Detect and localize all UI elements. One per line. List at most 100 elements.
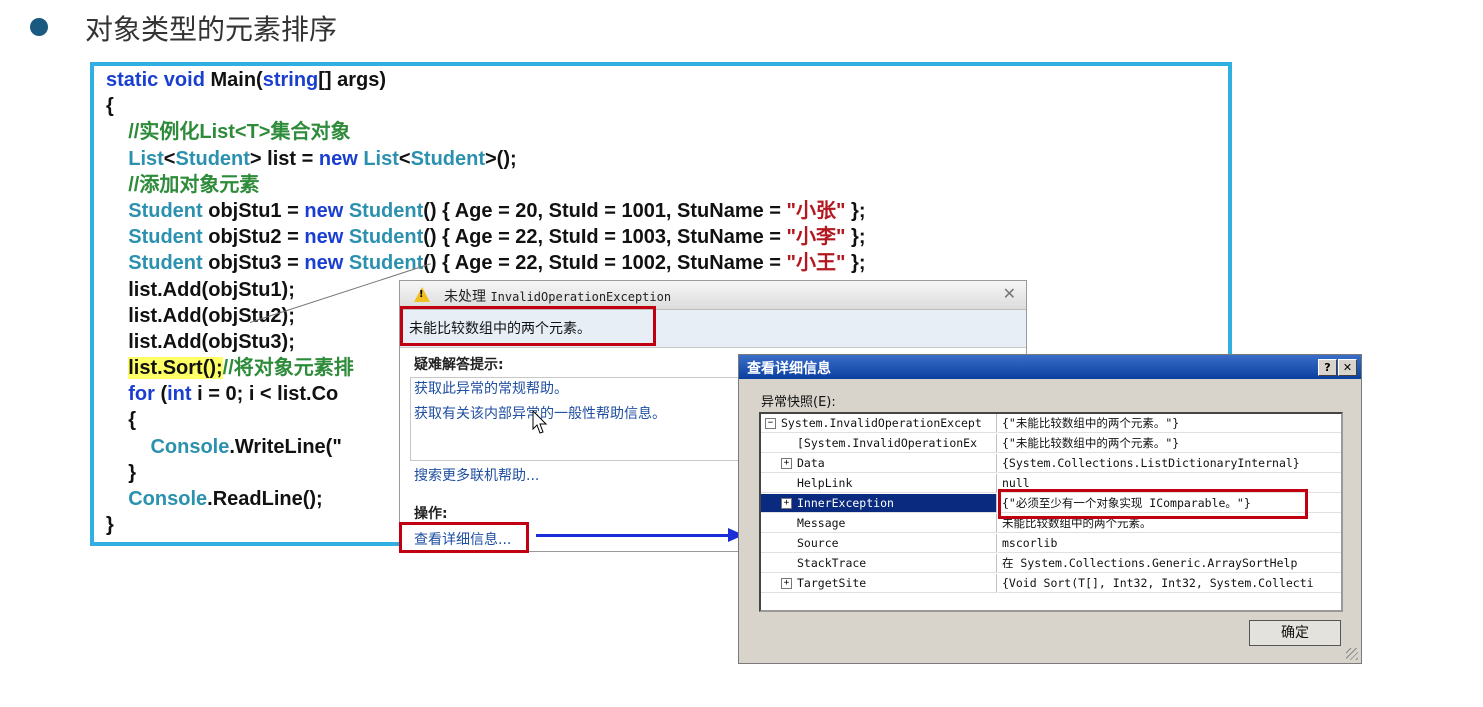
expand-icon[interactable]: + [781,458,792,469]
code-token: list.Add(objStu3); [106,330,295,353]
code-line: Student objStu1 = new Student() { Age = … [106,198,866,224]
grid-row-name: Message [761,514,997,533]
code-token: new [304,226,349,249]
dialog-title: 查看详细信息 [747,361,831,377]
code-token: Student [128,226,203,249]
close-icon[interactable]: ✕ [1003,284,1016,303]
code-token: }; [845,226,866,249]
expand-icon[interactable]: + [781,578,792,589]
tips-heading: 疑难解答提示: [414,357,504,373]
code-line: Student objStu2 = new Student() { Age = … [106,224,866,250]
grid-row[interactable]: TargetSite + {Void Sort(T[], Int32, Int32,… [761,574,1341,594]
grid-row[interactable]: System.InvalidOperationExcept − {"未能比较数组中的… [761,414,1341,434]
code-token: < [398,147,411,170]
snapshot-label: 异常快照(E): [761,395,836,410]
code-line: //添加对象元素 [106,172,866,198]
grid-row-value: mscorlib [998,534,1341,553]
code-token: "小李" [786,226,846,249]
code-token: () { Age = 22, StuId = 1003, StuName = [423,226,787,249]
ok-button[interactable]: 确定 [1249,620,1341,646]
grid-row-name: [System.InvalidOperationEx [761,434,997,453]
code-token: List [128,147,164,170]
search-online-link[interactable]: 搜索更多联机帮助... [414,465,539,485]
code-token: Main( [210,69,263,91]
grid-row-name: Data [761,454,997,473]
grid-row-name: InnerException [761,494,997,513]
popup-title-prefix: 未处理 [444,289,491,305]
mouse-pointer-icon [532,410,548,434]
bullet-icon [30,18,48,36]
grid-row[interactable]: StackTrace 在 System.Collections.Generic.… [761,554,1341,574]
tip-link-general-help[interactable]: 获取此异常的常规帮助。 [414,378,568,398]
grid-row[interactable]: [System.InvalidOperationEx {"未能比较数组中的两个元素… [761,434,1341,454]
arrow-line [536,534,732,537]
code-token: objStu1 = [202,199,305,222]
grid-row-value: {"未能比较数组中的两个元素。"} [998,414,1341,433]
code-token: "小王" [786,252,846,275]
code-token: [] args) [318,69,387,91]
code-token: string [262,69,319,91]
highlight-box-details-link [399,522,529,553]
grid-row-name: HelpLink [761,474,997,493]
code-line: Student objStu3 = new Student() { Age = … [106,250,866,276]
grid-row[interactable]: Data + {System.Collections.ListDictionaryI… [761,454,1341,474]
code-token: .ReadLine(); [207,488,323,510]
code-token: Student [128,252,203,275]
code-token: new [318,147,364,170]
code-token: Student [128,199,203,222]
help-button[interactable]: ? [1318,359,1337,376]
code-line: { [106,93,866,119]
grid-row-name: System.InvalidOperationExcept [761,414,997,433]
code-token: "小张" [786,199,846,222]
code-token: () { Age = 22, StuId = 1002, StuName = [423,252,787,275]
code-token: > list = [249,147,319,170]
code-token: } [106,461,137,484]
code-token: objStu3 = [202,252,305,275]
code-token: }; [845,252,866,275]
code-token: Student [348,199,424,222]
code-token: Console [150,435,230,458]
code-token: } [106,514,114,537]
resize-grip-icon[interactable] [1346,648,1358,660]
highlight-box-inner-exception [998,489,1308,519]
code-token: i = 0; i < list.Co [197,383,339,406]
code-token: }; [845,199,866,222]
code-token: new [304,199,349,222]
actions-heading: 操作: [414,506,448,522]
popup-title: 未处理 InvalidOperationException [444,286,671,306]
code-token: .WriteLine(" [229,435,342,458]
code-token: for [128,383,161,406]
code-line: List<Student> list = new List<Student>()… [106,146,866,172]
dialog-titlebar: 查看详细信息 ? ✕ [739,355,1361,379]
code-token: { [106,409,137,432]
expand-icon[interactable]: + [781,498,792,509]
code-token: () { Age = 20, StuId = 1001, StuName = [423,199,787,222]
code-token: { [106,95,114,118]
grid-row[interactable]: Source mscorlib [761,534,1341,554]
dialog-close-button[interactable]: ✕ [1338,359,1357,376]
collapse-icon[interactable]: − [765,418,776,429]
code-token: Student [410,147,485,170]
code-token: Student [348,252,424,275]
code-token: new [304,252,349,275]
grid-row-name: StackTrace [761,554,997,573]
code-token: list.Add(objStu1); [106,278,295,301]
code-token: Console [128,488,208,510]
grid-row-name: TargetSite [761,574,997,593]
warning-icon: ! [414,287,430,302]
highlight-box-message [400,306,656,346]
code-token: static void [106,69,211,91]
grid-row-name: Source [761,534,997,553]
code-token: Student [175,147,250,170]
code-token: //实例化List<T>集合对象 [128,121,351,144]
code-token: //将对象元素排 [222,357,354,380]
